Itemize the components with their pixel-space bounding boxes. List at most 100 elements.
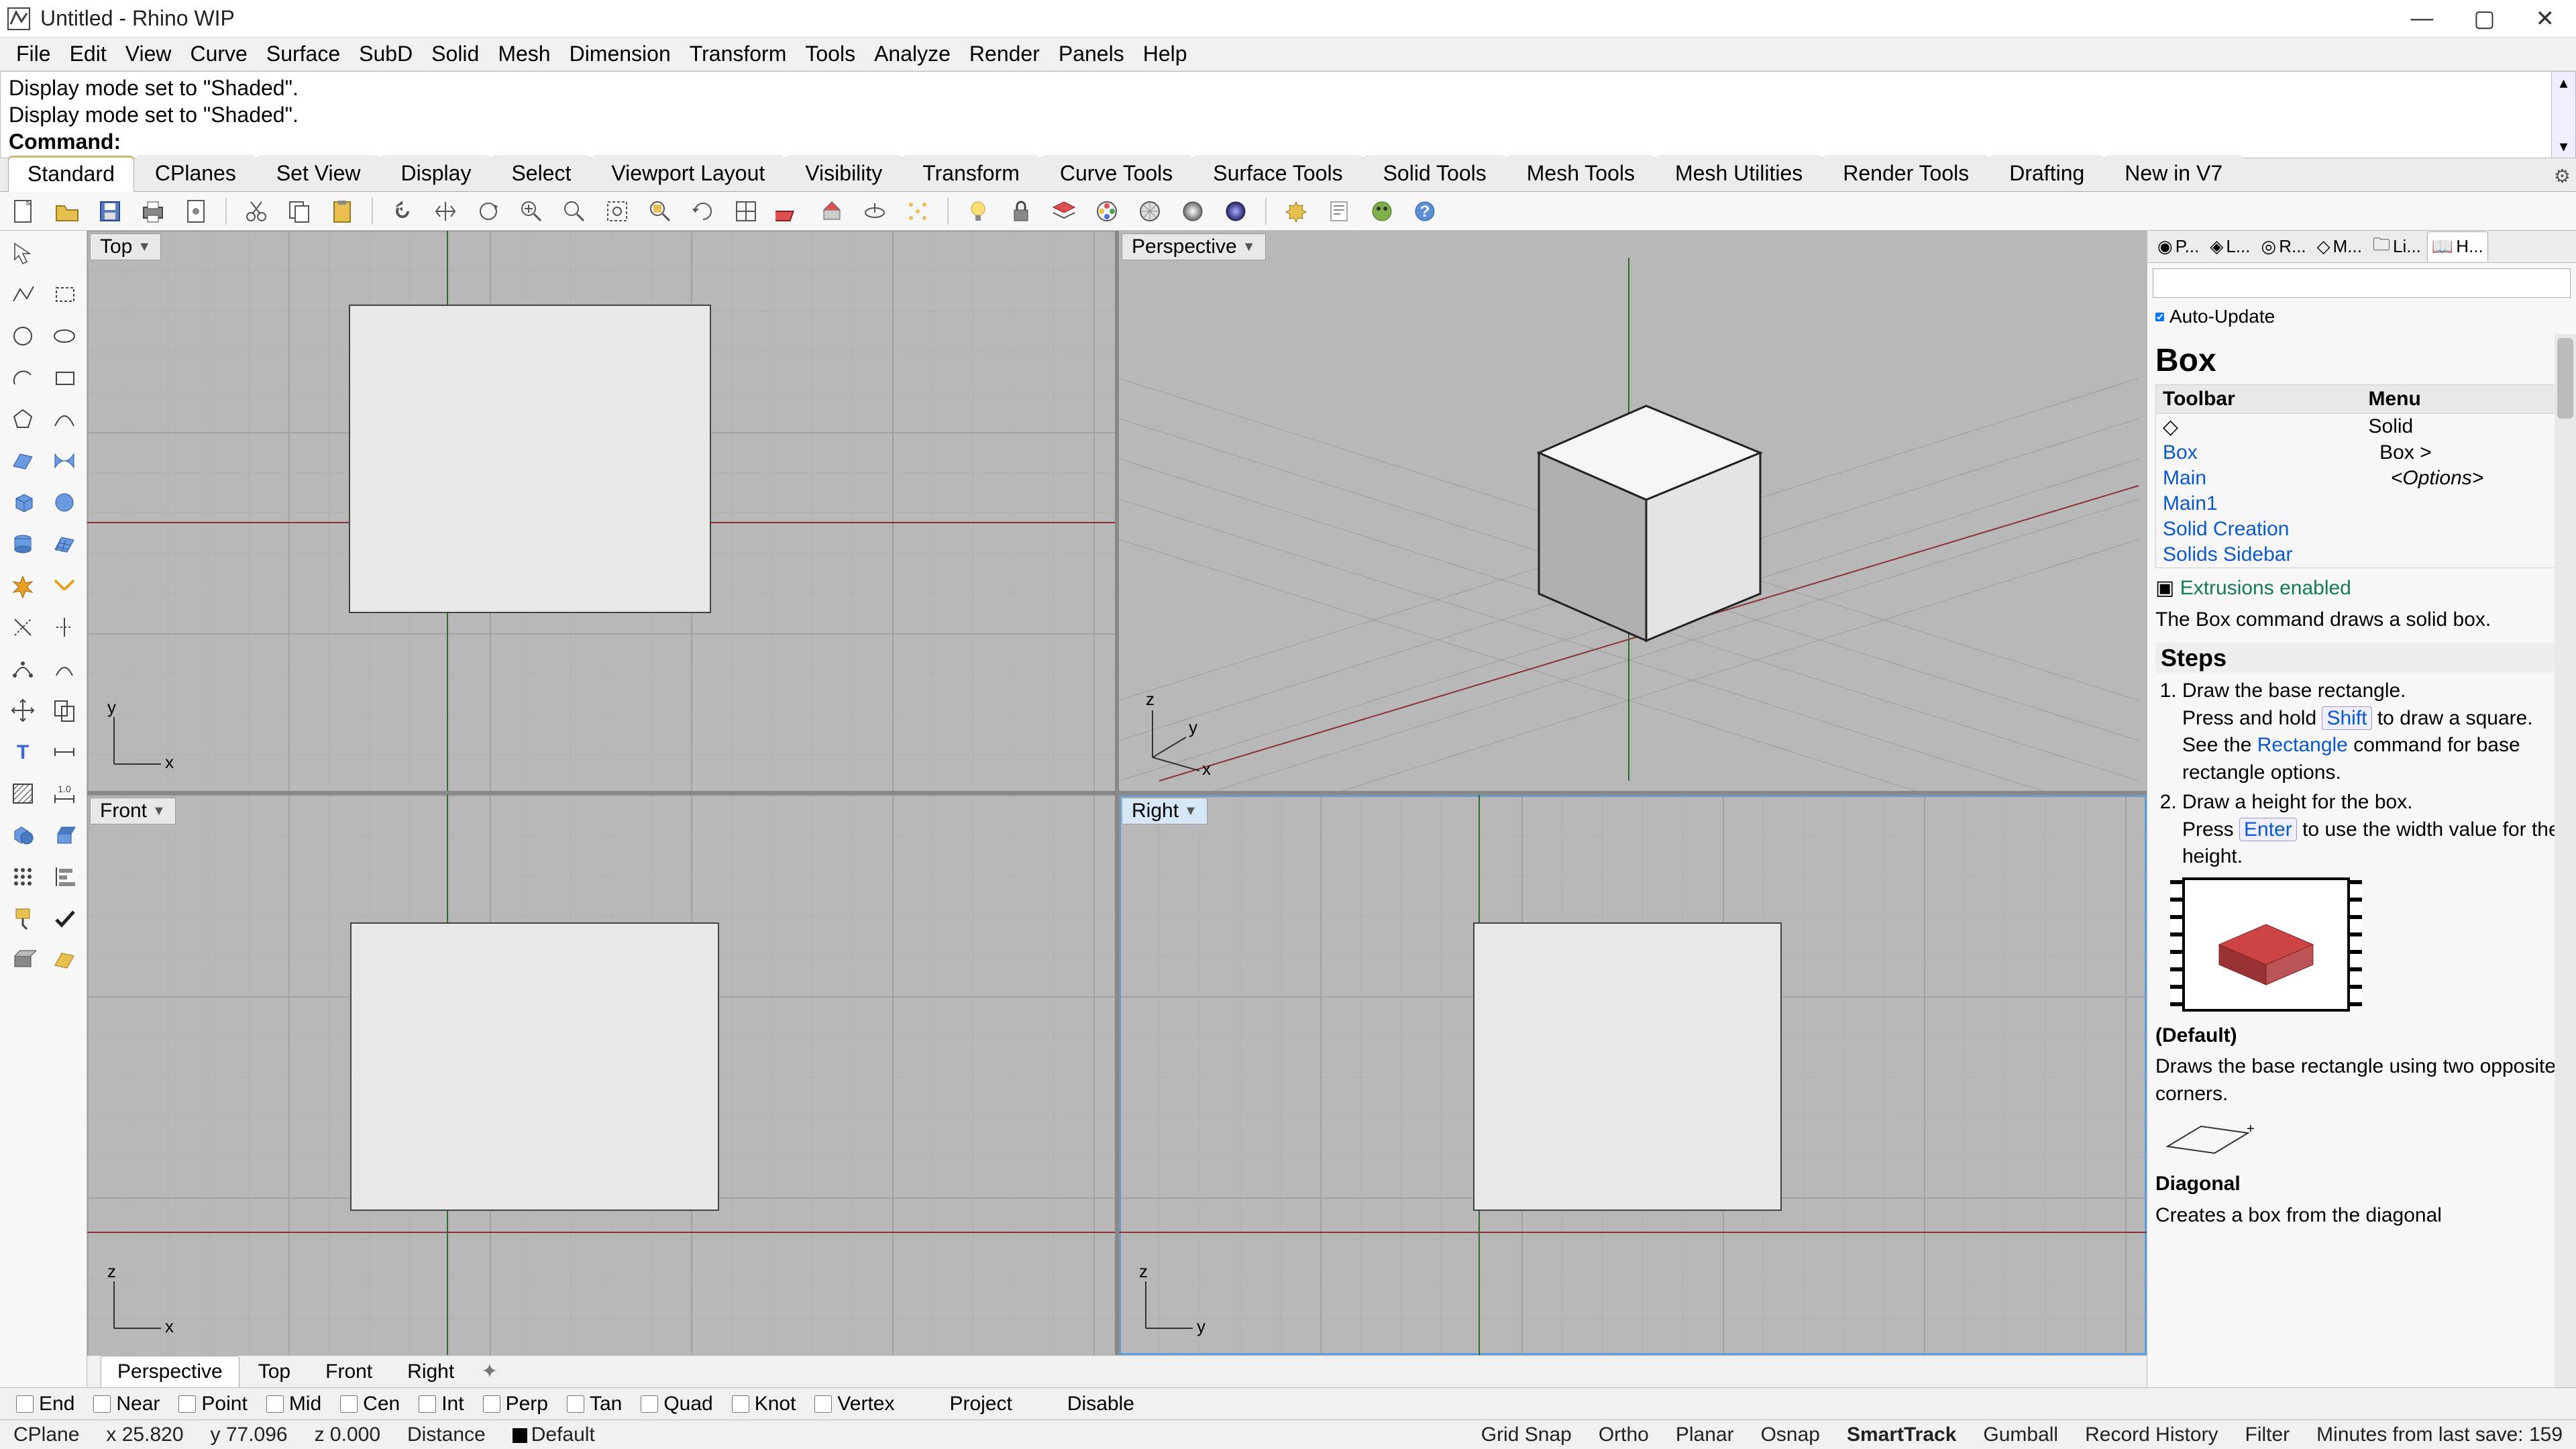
join-icon[interactable]: [46, 568, 83, 604]
menu-panels[interactable]: Panels: [1051, 39, 1132, 69]
osnap-tan[interactable]: Tan: [567, 1393, 622, 1415]
pointsoff-icon[interactable]: [46, 651, 83, 687]
menu-tools[interactable]: Tools: [797, 39, 863, 69]
cut-icon[interactable]: [240, 195, 272, 227]
menu-mesh[interactable]: Mesh: [490, 39, 558, 69]
circle-icon[interactable]: [5, 318, 41, 354]
command-scrollbar[interactable]: ▴▾: [2551, 72, 2575, 158]
panel-tab-layers[interactable]: ◈ L...: [2205, 231, 2255, 262]
paint-icon[interactable]: [5, 900, 41, 936]
solid-box-icon[interactable]: [5, 484, 41, 521]
curve-icon[interactable]: [46, 401, 83, 437]
status-gridsnap[interactable]: Grid Snap: [1481, 1424, 1572, 1446]
menu-render[interactable]: Render: [961, 39, 1048, 69]
toolbar-tab-setview[interactable]: Set View: [257, 155, 380, 191]
render-final-icon[interactable]: [1220, 195, 1252, 227]
toolbar-tab-solidtools[interactable]: Solid Tools: [1364, 155, 1506, 191]
viewport-right-label[interactable]: Right▼: [1122, 798, 1208, 824]
move-icon[interactable]: [5, 692, 41, 729]
help-link-box[interactable]: Box: [2163, 441, 2198, 464]
toolbar-tab-transform[interactable]: Transform: [903, 155, 1039, 191]
toolbar-tab-display[interactable]: Display: [382, 155, 491, 191]
menu-help[interactable]: Help: [1135, 39, 1195, 69]
named-cplanes-icon[interactable]: [859, 195, 891, 227]
toolbar-tab-drafting[interactable]: Drafting: [1990, 155, 2104, 191]
pan-icon[interactable]: [429, 195, 462, 227]
menu-file[interactable]: File: [8, 39, 59, 69]
panel-tab-libraries[interactable]: 🗀 Li...: [2368, 227, 2426, 266]
render-color-icon[interactable]: [1091, 195, 1123, 227]
help-content[interactable]: Box Toolbar Menu ◇ Solid Box Box > Main …: [2147, 334, 2576, 1387]
check-icon[interactable]: [46, 900, 83, 936]
viewport-tab-right[interactable]: Right: [391, 1356, 470, 1387]
menu-subd[interactable]: SubD: [351, 39, 421, 69]
osnap-cen[interactable]: Cen: [340, 1393, 400, 1415]
toolbar-gear-icon[interactable]: ⚙: [2554, 165, 2571, 187]
dimension-icon[interactable]: [46, 734, 83, 770]
surface-loft-icon[interactable]: [46, 443, 83, 479]
toolbar-tab-meshutilities[interactable]: Mesh Utilities: [1656, 155, 1822, 191]
minimize-button[interactable]: ―: [2410, 5, 2433, 32]
status-gumball[interactable]: Gumball: [1983, 1424, 2058, 1446]
paste-icon[interactable]: [326, 195, 358, 227]
viewport-front[interactable]: Front▼ zx: [87, 795, 1115, 1355]
viewport-tab-perspective[interactable]: Perspective: [101, 1356, 239, 1387]
toolbar-tab-viewportlayout[interactable]: Viewport Layout: [592, 155, 784, 191]
render-side-icon[interactable]: [46, 942, 83, 978]
toolbar-tab-surfacetools[interactable]: Surface Tools: [1193, 155, 1362, 191]
toolbar-tab-cplanes[interactable]: CPlanes: [136, 155, 256, 191]
copy-icon[interactable]: [283, 195, 315, 227]
set-cplane-icon[interactable]: [773, 195, 805, 227]
toolbar-tab-select[interactable]: Select: [492, 155, 590, 191]
help-link-solidcreation[interactable]: Solid Creation: [2163, 518, 2289, 540]
osnap-project[interactable]: Project: [926, 1393, 1012, 1415]
grasshopper-icon[interactable]: [1366, 195, 1398, 227]
arrow-select-icon[interactable]: [5, 235, 41, 271]
pointson-side-icon[interactable]: [5, 651, 41, 687]
split-icon[interactable]: [46, 609, 83, 645]
text-icon[interactable]: T: [5, 734, 41, 770]
menu-solid[interactable]: Solid: [423, 39, 487, 69]
ellipse-icon[interactable]: [46, 318, 83, 354]
lasso-select-icon[interactable]: [46, 235, 83, 271]
new-icon[interactable]: [8, 195, 40, 227]
help-link-main1[interactable]: Main1: [2163, 492, 2218, 515]
help-link-main[interactable]: Main: [2163, 467, 2206, 489]
menu-curve[interactable]: Curve: [182, 39, 255, 69]
layers-icon[interactable]: [1048, 195, 1080, 227]
points-on-icon[interactable]: [902, 195, 934, 227]
toolbar-tab-newinv7[interactable]: New in V7: [2105, 155, 2242, 191]
help-link-solidssidebar[interactable]: Solids Sidebar: [2163, 543, 2292, 566]
viewport-perspective-label[interactable]: Perspective▼: [1122, 233, 1266, 260]
menu-analyze[interactable]: Analyze: [866, 39, 959, 69]
status-filter[interactable]: Filter: [2245, 1424, 2290, 1446]
named-views-icon[interactable]: [816, 195, 848, 227]
viewport-tab-add[interactable]: ✦: [473, 1356, 506, 1387]
copy-side-icon[interactable]: [46, 692, 83, 729]
zoom-window-icon[interactable]: [558, 195, 590, 227]
toolbar-tab-visibility[interactable]: Visibility: [786, 155, 902, 191]
toolbar-tab-standard[interactable]: Standard: [8, 156, 134, 192]
print-icon[interactable]: [137, 195, 169, 227]
menu-view[interactable]: View: [117, 39, 180, 69]
status-ortho[interactable]: Ortho: [1599, 1424, 1649, 1446]
trim-icon[interactable]: [5, 609, 41, 645]
render-mesh-icon[interactable]: [1134, 195, 1166, 227]
rectangle-icon[interactable]: [46, 360, 83, 396]
panel-tab-rendering[interactable]: ◎ R...: [2257, 231, 2311, 262]
panel-tab-properties[interactable]: ◉ P...: [2153, 231, 2204, 262]
status-planar[interactable]: Planar: [1676, 1424, 1734, 1446]
viewport-perspective[interactable]: Perspective▼ zxy: [1119, 231, 2147, 791]
render-shaded-icon[interactable]: [1177, 195, 1209, 227]
osnap-knot[interactable]: Knot: [732, 1393, 796, 1415]
status-osnap[interactable]: Osnap: [1761, 1424, 1820, 1446]
document-properties-icon[interactable]: [180, 195, 212, 227]
osnap-end[interactable]: End: [16, 1393, 74, 1415]
osnap-mid[interactable]: Mid: [266, 1393, 321, 1415]
save-icon[interactable]: [94, 195, 126, 227]
open-icon[interactable]: [51, 195, 83, 227]
surface-icon[interactable]: [5, 443, 41, 479]
zoom-in-icon[interactable]: [515, 195, 547, 227]
hatch-icon[interactable]: [5, 775, 41, 812]
arc-icon[interactable]: [5, 360, 41, 396]
